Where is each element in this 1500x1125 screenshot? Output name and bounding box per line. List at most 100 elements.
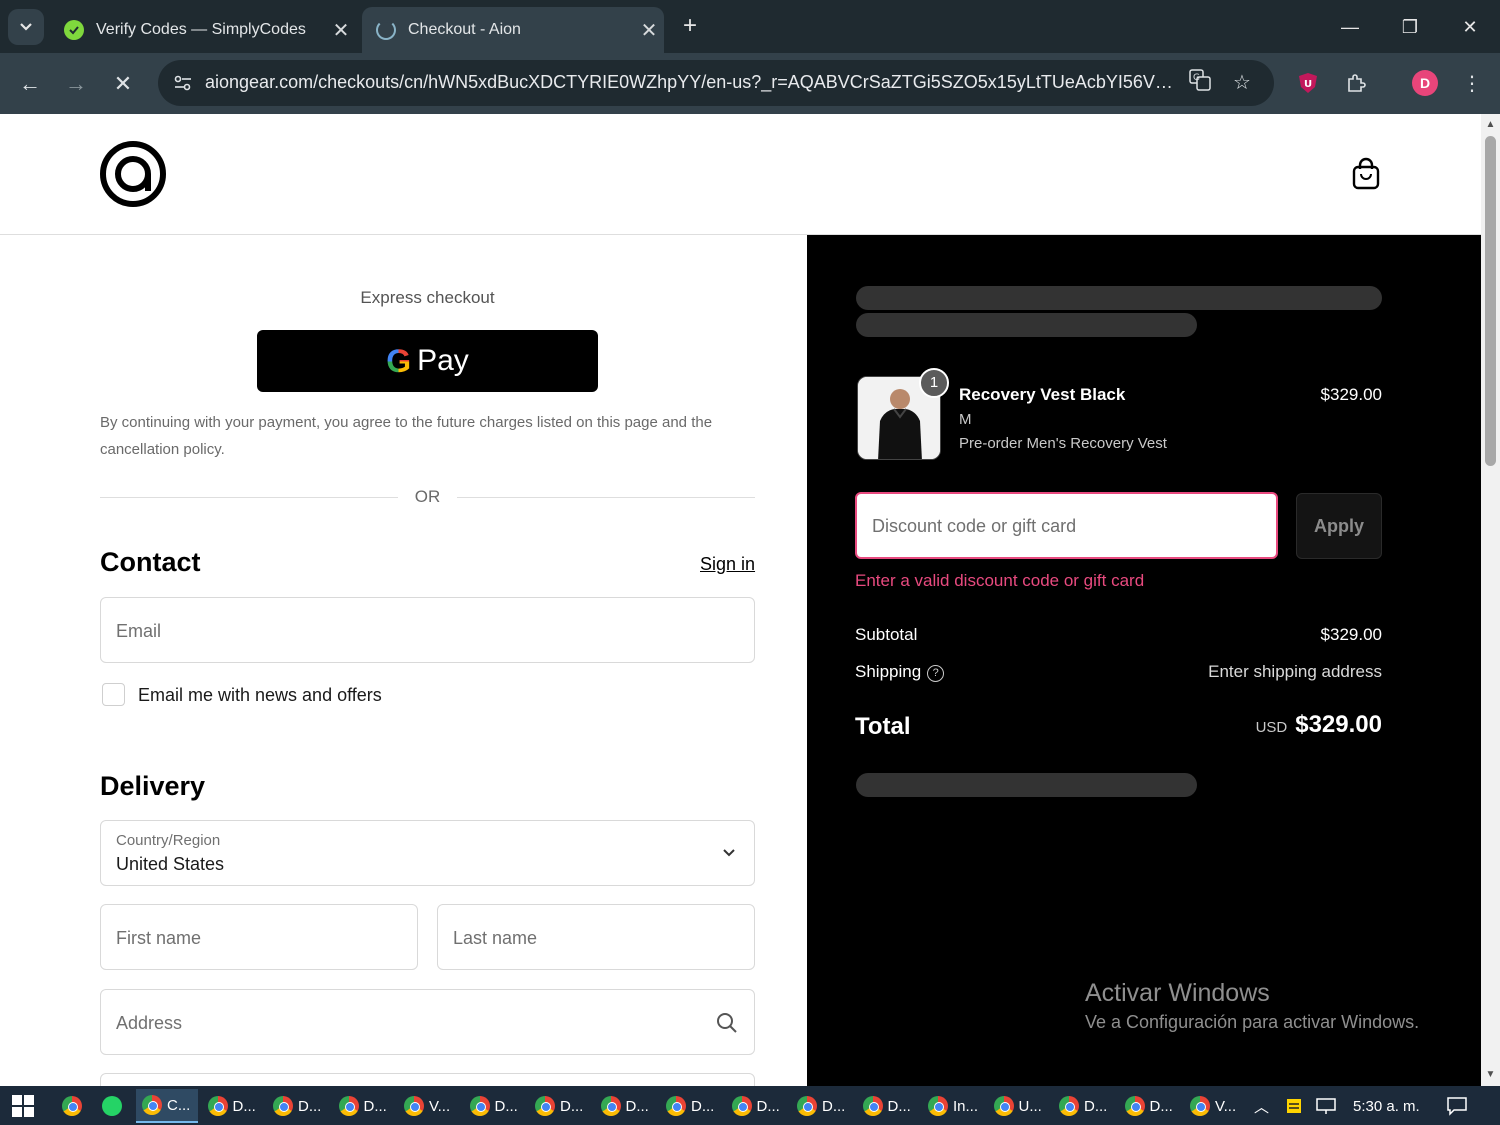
product-description: Pre-order Men's Recovery Vest (959, 435, 1167, 452)
tray-chevron-up-icon[interactable]: ︿ (1254, 1089, 1269, 1123)
payment-legal-text: By continuing with your payment, you agr… (100, 414, 713, 458)
taskbar-window-label: D... (298, 1097, 322, 1115)
subtotal-label: Subtotal (855, 625, 918, 644)
taskbar-window-item[interactable]: C... (136, 1089, 198, 1123)
forward-arrow-icon[interactable]: → (58, 66, 94, 102)
chrome-icon (1190, 1096, 1210, 1116)
total-amount: $329.00 (1295, 711, 1382, 738)
kebab-menu-icon[interactable]: ⋮ (1456, 67, 1488, 99)
browser-toolbar: ← → ✕ aiongear.com/checkouts/cn/hWN5xdBu… (0, 53, 1500, 114)
discount-code-input[interactable]: Discount code or gift card (855, 492, 1278, 559)
scroll-down-arrow-icon[interactable]: ▼ (1484, 1068, 1497, 1081)
chrome-icon (142, 1095, 162, 1115)
skeleton-bar (856, 286, 1382, 310)
taskbar-window-item[interactable]: V... (1184, 1089, 1246, 1123)
tab-search-button[interactable] (8, 9, 44, 45)
close-window-icon[interactable]: ✕ (1450, 10, 1490, 44)
last-name-placeholder: Last name (453, 928, 538, 948)
address-field[interactable]: Address (100, 989, 755, 1055)
back-arrow-icon[interactable]: ← (12, 66, 48, 102)
express-checkout-title: Express checkout (360, 288, 495, 307)
email-field[interactable]: Email (100, 597, 755, 663)
taskbar-window-item[interactable]: D... (1119, 1089, 1181, 1123)
taskbar-whatsapp[interactable] (96, 1089, 126, 1123)
taskbar-window-item[interactable]: D... (726, 1089, 788, 1123)
newsletter-checkbox[interactable] (102, 683, 125, 706)
tray-notes-icon[interactable] (1285, 1089, 1303, 1123)
taskbar-window-item[interactable]: D... (660, 1089, 722, 1123)
taskbar-window-item[interactable]: U... (988, 1089, 1050, 1123)
tab-checkout-aion[interactable]: Checkout - Aion ✕ (362, 7, 664, 53)
notifications-icon[interactable] (1446, 1089, 1468, 1123)
address-bar[interactable]: aiongear.com/checkouts/cn/hWN5xdBucXDCTY… (158, 60, 1274, 106)
chrome-icon (535, 1096, 555, 1116)
loading-spinner-icon (376, 20, 396, 40)
order-summary-panel: 1 Recovery Vest Black M Pre-order Men's … (807, 235, 1481, 1086)
taskbar-window-item[interactable]: V... (398, 1089, 460, 1123)
taskbar-window-label: V... (1215, 1097, 1237, 1115)
last-name-field[interactable]: Last name (437, 904, 755, 970)
url-text[interactable]: aiongear.com/checkouts/cn/hWN5xdBucXDCTY… (205, 72, 1175, 93)
checkout-form-column: Express checkout G Pay By continuing wit… (0, 235, 807, 1086)
minimize-icon[interactable]: — (1330, 10, 1370, 44)
profile-avatar[interactable]: D (1409, 67, 1441, 99)
sign-in-link[interactable]: Sign in (700, 554, 755, 575)
product-title: Recovery Vest Black (959, 385, 1126, 404)
taskbar-window-item[interactable]: D... (464, 1089, 526, 1123)
country-select[interactable]: Country/Region United States (100, 820, 755, 886)
apply-discount-button[interactable]: Apply (1296, 493, 1382, 559)
new-tab-button[interactable]: + (676, 12, 704, 40)
scrollbar-thumb[interactable] (1485, 136, 1496, 466)
network-icon[interactable] (1315, 1089, 1337, 1123)
taskbar-window-item[interactable]: D... (595, 1089, 657, 1123)
tab-verify-codes[interactable]: Verify Codes — SimplyCodes ✕ (50, 7, 356, 53)
apartment-field[interactable] (100, 1073, 755, 1086)
subtotal-value: $329.00 (1320, 625, 1382, 644)
help-circle-icon[interactable]: ? (927, 665, 945, 682)
tab-title: Checkout - Aion (408, 21, 521, 38)
translate-icon[interactable]: G (1186, 69, 1214, 97)
tab-close-icon[interactable]: ✕ (326, 18, 356, 43)
aion-logo-icon[interactable] (100, 141, 166, 207)
first-name-field[interactable]: First name (100, 904, 418, 970)
windows-start-icon[interactable] (12, 1095, 34, 1117)
taskbar-window-item[interactable]: D... (202, 1089, 264, 1123)
shopping-bag-icon[interactable] (1350, 157, 1382, 191)
taskbar-window-item[interactable]: D... (529, 1089, 591, 1123)
windows-activation-subtitle: Ve a Configuración para activar Windows. (1085, 1012, 1420, 1032)
taskbar-window-item[interactable]: D... (267, 1089, 329, 1123)
chrome-icon (797, 1096, 817, 1116)
whatsapp-icon (102, 1096, 122, 1116)
bookmark-star-icon[interactable]: ☆ (1228, 69, 1256, 97)
taskbar-window-label: D... (363, 1097, 387, 1115)
simplycodes-favicon-icon (64, 20, 84, 40)
taskbar-window-item[interactable]: D... (791, 1089, 853, 1123)
country-value: United States (116, 854, 225, 874)
newsletter-label[interactable]: Email me with news and offers (138, 685, 382, 706)
taskbar-window-label: C... (167, 1096, 191, 1114)
taskbar-window-item[interactable]: D... (333, 1089, 395, 1123)
windows-activation-title: Activar Windows (1085, 979, 1270, 1007)
taskbar-window-item[interactable]: D... (1053, 1089, 1115, 1123)
ublock-extension-icon[interactable]: U (1292, 67, 1324, 99)
chrome-icon (731, 1096, 752, 1116)
taskbar-window-label: D... (625, 1097, 649, 1115)
divider-right (457, 497, 755, 498)
taskbar-window-item[interactable]: In... (922, 1089, 984, 1123)
page-scrollbar[interactable]: ▲ ▼ (1481, 114, 1500, 1086)
google-pay-button[interactable]: G Pay (257, 330, 598, 392)
stop-loading-icon[interactable]: ✕ (105, 66, 141, 102)
scroll-up-arrow-icon[interactable]: ▲ (1484, 118, 1497, 131)
tab-close-icon[interactable]: ✕ (634, 18, 664, 43)
chrome-icon (600, 1096, 621, 1116)
shop-header (0, 114, 1481, 235)
system-clock[interactable]: 5:30 a. m. (1353, 1089, 1420, 1123)
restore-icon[interactable]: ❐ (1390, 10, 1430, 44)
country-label: Country/Region (116, 832, 221, 849)
taskbar-chrome-pinned[interactable] (56, 1089, 86, 1123)
chrome-icon (862, 1096, 883, 1116)
chrome-icon (1124, 1096, 1145, 1116)
extensions-puzzle-icon[interactable] (1340, 67, 1372, 99)
site-info-icon[interactable] (168, 68, 198, 98)
taskbar-window-item[interactable]: D... (857, 1089, 919, 1123)
